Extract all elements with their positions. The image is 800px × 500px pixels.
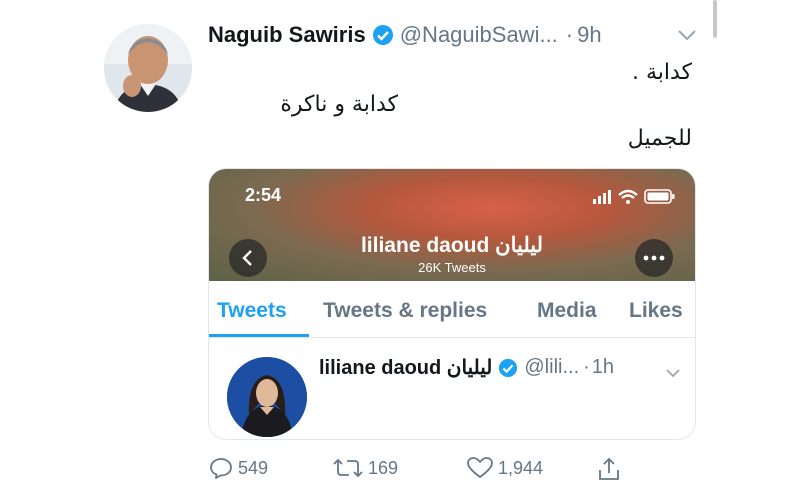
tweet-text-line: كدابة .	[631, 60, 692, 85]
tweet-text-line: للجميل	[627, 126, 692, 151]
battery-icon	[644, 189, 675, 204]
tweet-text-line: كدابة و ناكرة	[280, 92, 398, 117]
inner-tweet-time[interactable]: 1h	[592, 356, 614, 379]
like-button[interactable]: 1,944	[466, 456, 543, 480]
inner-tweet-header: liliane daoud ليليان @lili... · 1h	[319, 355, 614, 380]
chevron-down-icon[interactable]	[676, 28, 698, 42]
like-count: 1,944	[498, 457, 544, 478]
reply-icon	[210, 458, 232, 479]
embedded-screenshot-card[interactable]: 2:54 liliane daoud ليليان 26K Tweets Twe…	[208, 168, 696, 440]
inner-author-name[interactable]: liliane daoud ليليان	[319, 355, 492, 380]
profile-tweet-count: 26K Tweets	[418, 260, 486, 275]
tweet-header: Naguib Sawiris @NaguibSawi... · 9h	[208, 22, 602, 48]
status-icons	[593, 187, 677, 205]
tweet-time[interactable]: 9h	[577, 22, 601, 48]
header-separator: ·	[565, 22, 574, 47]
wifi-icon	[618, 189, 638, 204]
like-icon	[467, 457, 493, 478]
author-avatar[interactable]	[104, 24, 192, 112]
status-bar-time: 2:54	[245, 185, 282, 205]
scrollbar[interactable]	[713, 0, 717, 38]
reply-count: 549	[238, 457, 269, 478]
tab-likes[interactable]: Likes	[629, 299, 683, 323]
more-options-icon[interactable]	[635, 239, 673, 277]
tab-tweets-replies[interactable]: Tweets & replies	[323, 299, 487, 323]
tab-tweets[interactable]: Tweets	[217, 299, 287, 323]
tab-media[interactable]: Media	[537, 299, 597, 323]
active-tab-indicator	[209, 334, 309, 337]
chevron-down-icon[interactable]	[665, 365, 681, 378]
author-handle[interactable]: @NaguibSawi...	[400, 22, 558, 48]
reply-button[interactable]: 549	[208, 456, 268, 480]
share-icon	[599, 457, 619, 480]
inner-author-handle[interactable]: @lili...	[524, 356, 579, 379]
verified-badge-icon	[372, 24, 394, 46]
inner-header-separator: ·	[583, 356, 590, 378]
retweet-count: 169	[368, 457, 399, 478]
share-button[interactable]	[596, 456, 626, 482]
author-name[interactable]: Naguib Sawiris	[208, 22, 366, 48]
signal-icon	[593, 190, 611, 204]
profile-tabs: Tweets Tweets & replies Media Likes	[209, 281, 695, 338]
retweet-icon	[333, 458, 363, 478]
verified-badge-icon	[498, 358, 518, 378]
inner-tweet-avatar[interactable]	[227, 357, 307, 437]
retweet-button[interactable]: 169	[332, 456, 398, 480]
profile-name: liliane daoud ليليان	[360, 234, 544, 257]
